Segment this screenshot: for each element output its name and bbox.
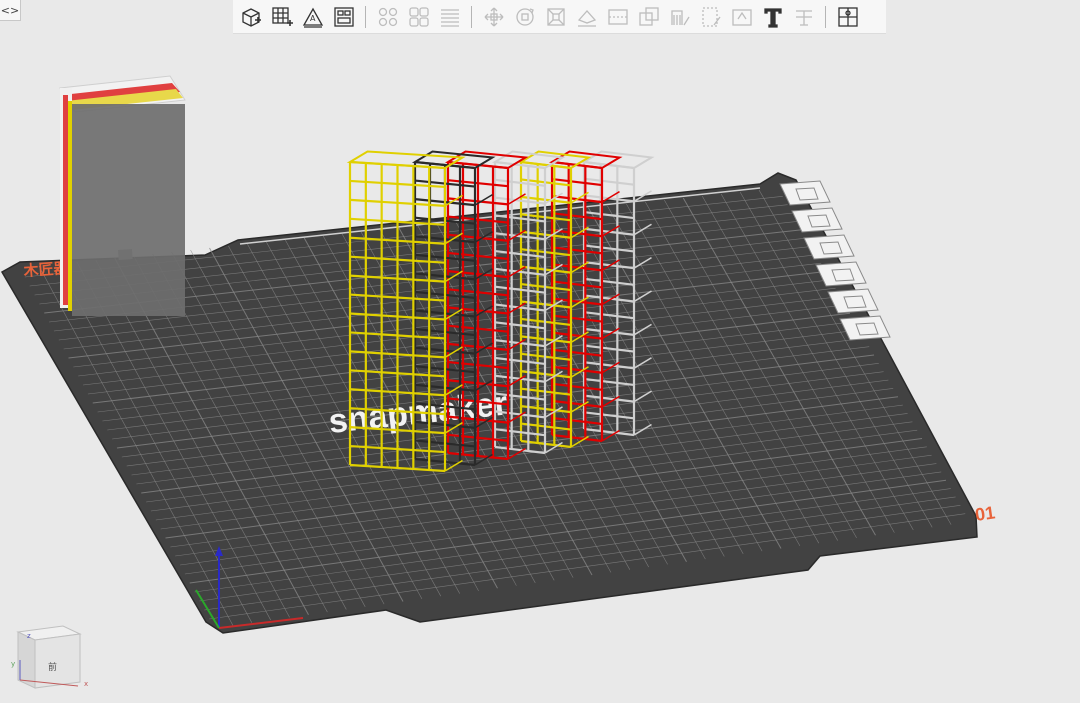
boolean-button[interactable] xyxy=(634,2,664,32)
seam-paint-icon xyxy=(701,6,721,27)
measure-button[interactable] xyxy=(789,2,819,32)
split-objects-icon xyxy=(378,7,397,26)
seam-paint-button[interactable] xyxy=(696,2,726,32)
cut-button[interactable] xyxy=(603,2,633,32)
add-object-icon xyxy=(241,7,261,27)
move-button[interactable] xyxy=(479,2,509,32)
rotate-button[interactable] xyxy=(510,2,540,32)
toolbar-separator xyxy=(365,5,366,28)
layers-icon xyxy=(440,8,459,27)
move-icon xyxy=(484,7,503,26)
text-icon xyxy=(763,7,782,28)
view-cube-axis-y: y xyxy=(11,660,15,668)
rotate-icon xyxy=(515,7,534,26)
color-paint-button[interactable] xyxy=(727,2,757,32)
main-toolbar: A xyxy=(233,0,886,34)
view-cube-face-label: 前 xyxy=(48,661,57,673)
svg-text:A: A xyxy=(310,14,316,23)
toolbar-separator xyxy=(825,5,826,28)
add-plate-button[interactable] xyxy=(267,2,297,32)
lay-on-face-icon xyxy=(577,9,596,27)
arrange-button[interactable] xyxy=(329,2,359,32)
measure-icon xyxy=(795,9,812,26)
scale-icon xyxy=(546,7,565,26)
split-parts-icon xyxy=(408,6,429,27)
cut-icon xyxy=(607,8,628,25)
split-parts-button[interactable] xyxy=(404,2,434,32)
support-paint-button[interactable] xyxy=(665,2,695,32)
view-cube[interactable]: 前 z y x xyxy=(8,620,98,695)
color-paint-icon xyxy=(731,8,752,26)
panel-toggle-button[interactable]: <> xyxy=(0,0,21,21)
toolbar-separator xyxy=(471,5,472,28)
3d-viewport[interactable]: snapmaker 木匠器 01 xyxy=(0,0,1080,703)
layers-button[interactable] xyxy=(435,2,465,32)
auto-orient-icon: A xyxy=(302,7,323,28)
add-plate-icon xyxy=(271,6,293,26)
assembly-button[interactable] xyxy=(833,2,863,32)
boolean-icon xyxy=(638,6,659,26)
text-button[interactable] xyxy=(758,2,788,32)
view-cube-axis-x: x xyxy=(84,680,88,688)
split-objects-button[interactable] xyxy=(373,2,403,32)
scale-button[interactable] xyxy=(541,2,571,32)
support-paint-icon xyxy=(670,9,690,25)
view-cube-axis-z: z xyxy=(27,632,31,640)
add-object-button[interactable] xyxy=(236,2,266,32)
wipe-tower[interactable] xyxy=(59,75,186,316)
assembly-icon xyxy=(837,6,858,27)
lay-on-face-button[interactable] xyxy=(572,2,602,32)
auto-orient-button[interactable]: A xyxy=(298,2,328,32)
arrange-icon xyxy=(333,6,354,27)
plate-number: 01 xyxy=(974,502,997,525)
